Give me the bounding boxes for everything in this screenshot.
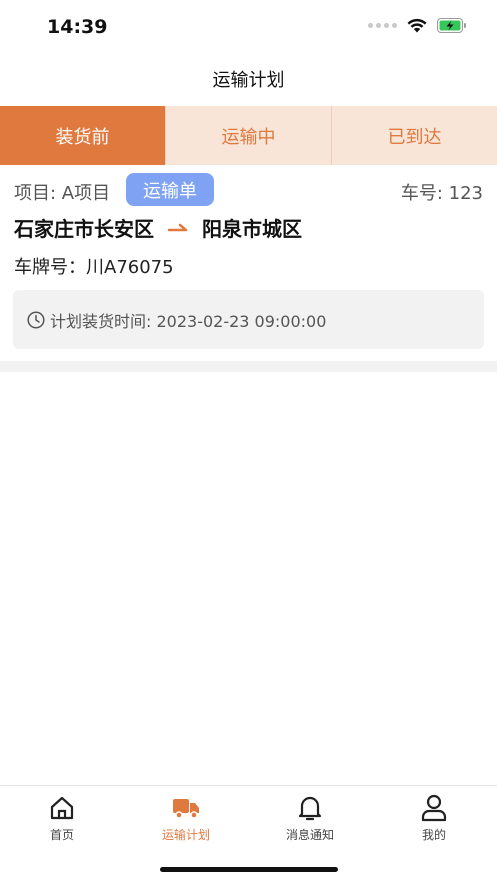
tabbar-item-profile[interactable]: 我的 — [372, 794, 496, 843]
tabbar-item-transport-plan[interactable]: 运输计划 — [124, 794, 248, 843]
bell-icon — [298, 796, 322, 821]
status-icons — [368, 18, 467, 33]
transport-card[interactable]: 项目: A项目 运输单 车号: 123 石家庄市长安区 阳泉市城区 车牌号：川A… — [0, 165, 497, 361]
tabbar-label-profile: 我的 — [421, 828, 446, 842]
order-type-badge: 运输单 — [126, 173, 214, 206]
home-icon — [50, 796, 74, 820]
tabbar-label-home: 首页 — [49, 828, 74, 842]
status-tabs: 装货前 运输中 已到达 — [0, 106, 497, 165]
user-icon — [421, 794, 447, 822]
planned-loading-time: 计划装货时间: 2023-02-23 09:00:00 — [13, 290, 484, 349]
truck-icon — [173, 799, 199, 819]
status-time: 14:39 — [47, 16, 108, 38]
status-bar: 14:39 — [0, 0, 497, 56]
tabbar-item-home[interactable]: 首页 — [0, 794, 124, 843]
plate-number: 车牌号：川A76075 — [14, 257, 174, 278]
tab-in-transit[interactable]: 运输中 — [165, 106, 331, 165]
tab-arrived[interactable]: 已到达 — [331, 106, 497, 165]
tab-before-loading[interactable]: 装货前 — [0, 106, 165, 165]
planned-loading-time-text: 计划装货时间: 2023-02-23 09:00:00 — [50, 311, 327, 331]
home-indicator[interactable] — [160, 867, 338, 872]
tabbar-label-transport-plan: 运输计划 — [161, 828, 210, 842]
section-divider — [0, 361, 497, 372]
route: 石家庄市长安区 阳泉市城区 — [14, 213, 302, 242]
tabbar-item-notifications[interactable]: 消息通知 — [248, 794, 372, 843]
wifi-icon — [407, 18, 427, 33]
tabbar-label-notifications: 消息通知 — [285, 828, 334, 842]
signal-icon — [368, 23, 397, 28]
clock-icon — [27, 310, 45, 329]
route-destination: 阳泉市城区 — [202, 217, 302, 241]
route-origin: 石家庄市长安区 — [14, 217, 154, 241]
car-number: 车号: 123 — [400, 183, 483, 204]
page-title: 运输计划 — [212, 70, 285, 91]
route-arrow-icon — [168, 223, 188, 233]
project-label: 项目: A项目 — [14, 183, 111, 204]
battery-icon — [437, 18, 466, 33]
